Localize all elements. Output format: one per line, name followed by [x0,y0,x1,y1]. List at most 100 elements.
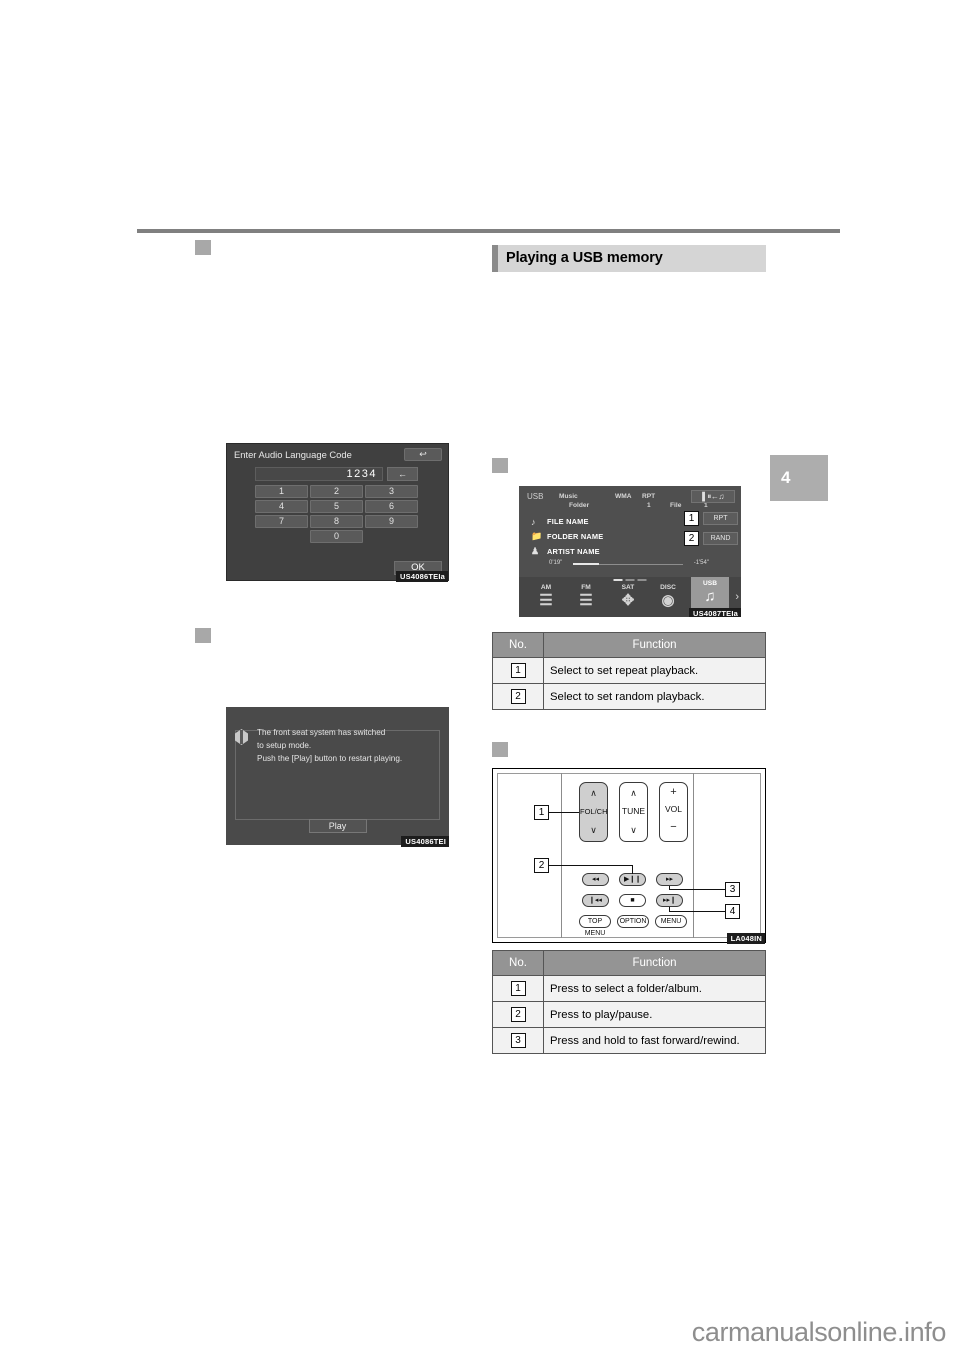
manual-page: 4 Enter Audio Language Code ↩ 1234 ← 1 2… [0,0,960,1358]
source-button-disc[interactable]: DISC ◉ [649,581,687,617]
previous-track-button[interactable]: ❙◂◂ [582,894,609,907]
rewind-button[interactable]: ◂◂ [582,873,609,886]
keypad-row: 7 8 9 [255,515,418,528]
figure-remote-control-diagram: ∧ FOL/CH ∨ ∧ TUNE ∨ + VOL − ◂◂ ▶❙❙ ▸▸ ❙◂… [492,768,766,944]
rand-button[interactable]: RAND [703,532,738,545]
volume-button[interactable]: + VOL − [659,782,688,842]
play-pause-button[interactable]: ▶❙❙ [619,873,646,886]
callout-3-remote: 3 [725,882,740,897]
source-button-am[interactable]: AM ☰ [527,581,565,617]
usb-repeat-label: RPT [642,493,656,500]
site-watermark: carmanualsonline.info [691,1317,947,1347]
subsection-bullet-icon [195,240,211,255]
source-label: USB [703,580,717,587]
key-7[interactable]: 7 [255,515,308,528]
tune-button[interactable]: ∧ TUNE ∨ [619,782,648,842]
table-row: 2 Press to play/pause. [492,1001,766,1028]
source-button-sat[interactable]: SAT ✥ [609,581,647,617]
keypad-title: Enter Audio Language Code [234,449,352,460]
key-5[interactable]: 5 [310,500,363,513]
usb-info-row: ♟ ARTIST NAME [531,544,603,559]
table-header-row: No. Function [492,950,766,976]
chevron-right-icon[interactable]: › [735,591,739,603]
return-arrow-icon[interactable]: ↩ [404,448,442,461]
top-menu-button[interactable]: TOP MENU [579,915,611,937]
usb-repeat-value: 1 [647,502,651,509]
row-function-cell: Press to play/pause. [543,1001,766,1028]
folch-label: FOL/CH [580,807,608,816]
left-column-second-bullet-wrap [195,628,211,643]
source-label: DISC [660,584,676,591]
headphone-mute-icon[interactable]: ▌⏸←♫ [691,490,735,503]
folch-button[interactable]: ∧ FOL/CH ∨ [579,782,608,842]
usb-folder-name: FOLDER NAME [547,532,604,541]
row-function-cell: Select to set random playback. [543,683,766,710]
artist-icon: ♟ [531,546,540,556]
keypad-row: 0 [255,530,418,543]
right-column-bullet-wrap [492,458,508,473]
callout-badge: 1 [510,663,526,678]
usb-source-label: USB [527,492,544,501]
music-note-icon: ♫ [704,588,716,605]
figure-caption: US4087TEIa [689,608,741,617]
usb-info-row: 📁 FOLDER NAME [531,529,603,544]
usb-progress-bar[interactable]: 0'19" -1'54" [549,560,709,570]
chevron-down-icon: ∨ [590,825,597,835]
key-6[interactable]: 6 [365,500,418,513]
callout-badge: 2 [510,1007,526,1022]
keypad-grid: 1 2 3 4 5 6 7 8 9 0 [255,485,418,543]
usb-time-remaining: -1'54" [693,560,709,566]
remote-function-table: No. Function 1 Press to select a folder/… [492,950,766,1054]
satellite-icon: ✥ [621,592,635,609]
radio-tower-icon: ☰ [579,592,593,609]
callout-1-leader [549,812,579,813]
key-1[interactable]: 1 [255,485,308,498]
key-0[interactable]: 0 [310,530,363,543]
key-4[interactable]: 4 [255,500,308,513]
figure-caption: LA048IN [726,933,765,944]
usb-file-name: FILE NAME [547,517,589,526]
callout-1-remote: 1 [534,805,549,820]
keypad-row: 1 2 3 [255,485,418,498]
vol-label: VOL [664,804,682,814]
callout-1-usb: 1 [684,511,699,526]
right-column-bullet-wrap-2 [492,742,508,757]
key-3[interactable]: 3 [365,485,418,498]
row-function-cell: Select to set repeat playback. [543,657,766,684]
row-number-cell: 2 [492,683,544,710]
figure-caption: US4086TEIa [396,571,448,582]
next-track-button[interactable]: ▸▸❙ [656,894,683,907]
key-9[interactable]: 9 [365,515,418,528]
row-number-cell: 1 [492,975,544,1002]
key-8[interactable]: 8 [310,515,363,528]
option-button[interactable]: OPTION [617,915,649,928]
stop-button[interactable]: ■ [619,894,646,907]
progress-fill [573,563,599,565]
page-header-rule [137,229,840,233]
fast-forward-button[interactable]: ▸▸ [656,873,683,886]
message-text: The front seat system has switched to se… [257,726,441,765]
radio-tower-icon: ☰ [539,592,553,609]
rpt-button[interactable]: RPT [703,512,738,525]
source-label: SAT [621,584,635,591]
usb-mode-bottom: Folder [569,502,590,509]
callout-3-leader-h [669,889,725,890]
section-heading-label: Playing a USB memory [506,250,663,266]
source-button-fm[interactable]: FM ☰ [567,581,605,617]
callout-2-leader-v [632,865,633,874]
chevron-up-icon: ∧ [590,788,597,798]
folder-icon: 📁 [531,531,543,541]
backspace-arrow-icon[interactable]: ← [387,467,418,481]
source-label: FM [581,584,591,591]
row-function-cell: Press and hold to fast forward/rewind. [543,1027,766,1054]
col-no: No. [492,950,544,976]
menu-button[interactable]: MENU [655,915,687,928]
code-display-field[interactable]: 1234 [255,467,383,481]
table-row: 2 Select to set random playback. [492,683,766,710]
table-row: 1 Press to select a folder/album. [492,975,766,1002]
callout-badge: 1 [510,981,526,996]
figure-caption: US4086TEI [401,836,449,847]
chevron-down-icon: ∨ [630,825,637,835]
key-2[interactable]: 2 [310,485,363,498]
play-button[interactable]: Play [308,819,367,833]
